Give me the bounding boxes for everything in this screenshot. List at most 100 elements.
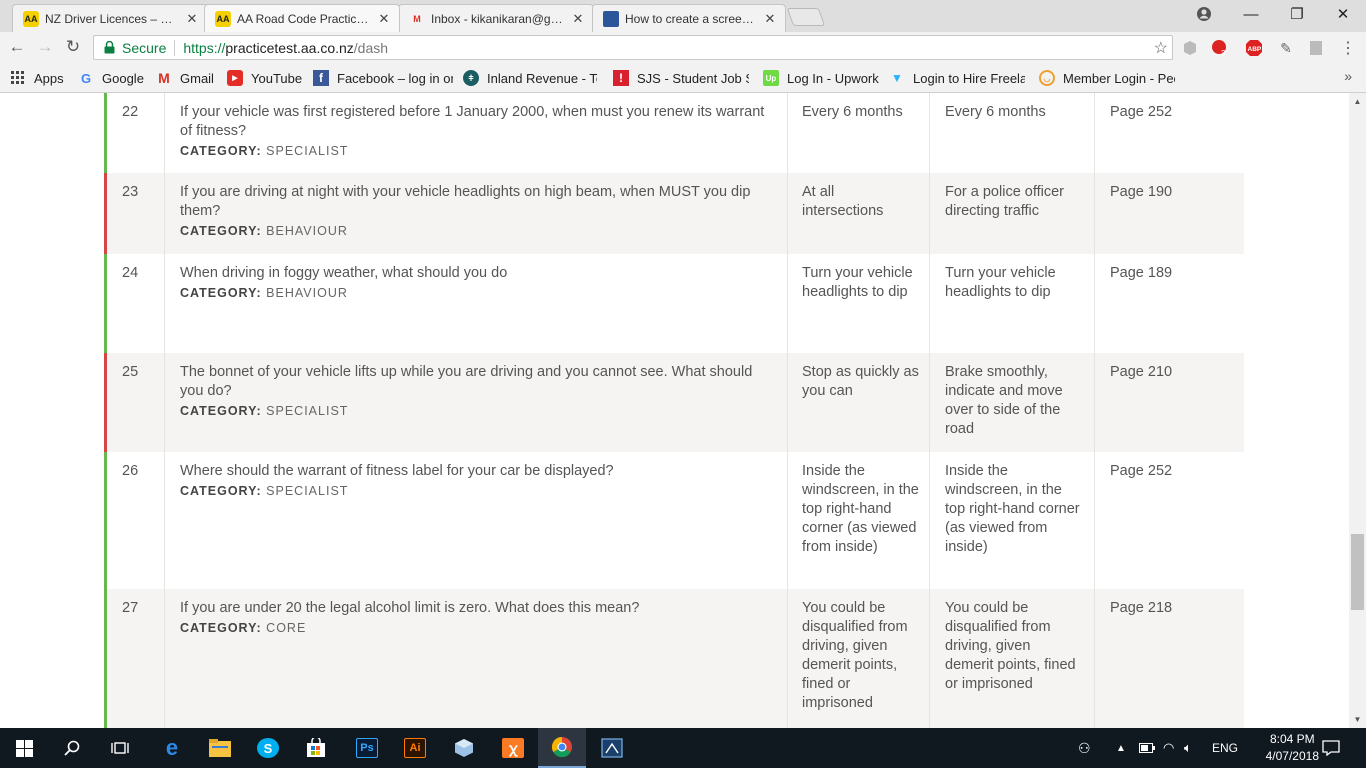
skype-icon[interactable]: S [244, 728, 292, 768]
scroll-down-arrow-icon[interactable]: ▼ [1349, 711, 1366, 728]
freelancer-icon: ▼ [891, 71, 903, 85]
reload-icon[interactable]: ↻ [62, 36, 84, 58]
abp-label: ABP [1248, 46, 1262, 53]
your-answer: You could be disqualified from driving, … [788, 589, 930, 728]
bookmark-youtube[interactable]: ▶ YouTube [227, 69, 302, 87]
bookmark-freelancer[interactable]: ▼ Login to Hire Freelar [889, 69, 1025, 87]
ai-label: Ai [404, 738, 426, 758]
window-close-icon[interactable]: ✕ [1320, 0, 1366, 28]
bookmark-upwork[interactable]: Up Log In - Upwork [763, 69, 879, 87]
category-value: BEHAVIOUR [266, 286, 348, 300]
url-path: /dash [353, 39, 389, 56]
category-value: SPECIALIST [266, 144, 349, 158]
secure-label: Secure [122, 39, 167, 56]
store-icon[interactable] [292, 728, 340, 768]
scroll-up-arrow-icon[interactable]: ▲ [1349, 93, 1366, 110]
shield-extension-icon[interactable] [1180, 38, 1200, 58]
pdf-icon[interactable] [1306, 38, 1326, 58]
category-label: CATEGORY: [180, 484, 262, 498]
battery-icon[interactable] [1139, 728, 1155, 768]
bookmark-member-login[interactable]: ◡ Member Login - Pec [1039, 69, 1175, 87]
menu-kebab-icon[interactable]: ⋮ [1338, 38, 1358, 58]
snipping-icon[interactable] [588, 728, 636, 768]
gmail-icon: M [158, 70, 170, 86]
edge-icon[interactable]: e [148, 728, 196, 768]
tab-screenshot-howto[interactable]: How to create a screensh ✕ [592, 4, 786, 32]
question-text: If your vehicle was first registered bef… [180, 104, 765, 139]
back-arrow-icon[interactable]: ← [6, 36, 28, 58]
question-category: CATEGORY: BEHAVIOUR [180, 222, 773, 241]
ird-icon: ǂ [463, 70, 479, 86]
restore-icon[interactable]: ❐ [1274, 0, 1320, 28]
bookmark-label: Inland Revenue - Te [487, 70, 597, 86]
minimize-icon[interactable]: — [1228, 0, 1274, 28]
question-cell: If you are driving at night with your ve… [165, 173, 788, 254]
task-view-icon[interactable] [96, 728, 144, 768]
virtualbox-icon[interactable] [440, 728, 488, 768]
address-bar[interactable]: Secure https://practicetest.aa.co.nz/das… [93, 35, 1173, 60]
clock-time: 8:04 PM [1269, 732, 1315, 746]
action-center-icon[interactable] [1322, 728, 1340, 768]
question-number: 23 [107, 173, 165, 254]
search-icon[interactable] [48, 728, 96, 768]
bookmark-gmail[interactable]: M Gmail [156, 69, 214, 87]
show-hidden-icons-chevron-icon[interactable]: ▲ [1116, 728, 1126, 768]
url-host: practicetest.aa.co.nz [225, 39, 354, 56]
start-icon[interactable] [0, 728, 48, 768]
extension-badge-icon[interactable]: 3 [1210, 38, 1230, 58]
forward-arrow-icon[interactable]: → [34, 36, 56, 58]
bookmark-facebook[interactable]: f Facebook – log in or [313, 69, 453, 87]
correct-answer: Every 6 months [930, 93, 1095, 173]
bookmark-label: Login to Hire Freelar [913, 70, 1025, 86]
xampp-icon[interactable]: ꭓ [489, 728, 537, 768]
close-icon[interactable]: ✕ [185, 11, 199, 27]
bookmark-apps[interactable]: Apps [10, 69, 64, 87]
chrome-icon[interactable] [538, 728, 586, 768]
member-icon: ◡ [1039, 70, 1055, 86]
ext-badge-count: 3 [1221, 49, 1226, 57]
page-scrollbar[interactable]: ▲ ▼ [1349, 93, 1366, 728]
people-icon[interactable]: ⚇ [1078, 728, 1091, 768]
apps-grid-icon [10, 70, 26, 86]
category-value: SPECIALIST [266, 484, 349, 498]
table-row: 22 If your vehicle was first registered … [104, 93, 1244, 173]
system-clock[interactable]: 8:04 PM 4/07/2018 [1266, 731, 1319, 765]
question-cell: If you are under 20 the legal alcohol li… [165, 589, 788, 728]
bookmark-star-icon[interactable]: ☆ [1154, 38, 1168, 58]
scrollbar-thumb[interactable] [1351, 534, 1364, 610]
bookmark-sjs[interactable]: ! SJS - Student Job Se [613, 69, 749, 87]
your-answer: Turn your vehicle headlights to dip [788, 254, 930, 353]
table-row: 25 The bonnet of your vehicle lifts up w… [104, 353, 1244, 452]
correct-answer: Inside the windscreen, in the top right-… [930, 452, 1095, 589]
question-category: CATEGORY: SPECIALIST [180, 482, 773, 501]
tab-nz-driver-licences[interactable]: AA NZ Driver Licences – How ✕ [12, 4, 208, 32]
illustrator-icon[interactable]: Ai [391, 728, 439, 768]
bookmarks-bar: Apps G Google M Gmail ▶ YouTube f Facebo… [0, 63, 1366, 93]
tab-title: NZ Driver Licences – How [45, 11, 181, 26]
question-text: When driving in foggy weather, what shou… [180, 265, 508, 281]
language-indicator[interactable]: ENG [1212, 728, 1238, 768]
close-icon[interactable]: ✕ [763, 11, 777, 27]
new-tab-button[interactable] [786, 8, 826, 26]
profile-icon[interactable] [1181, 0, 1227, 28]
tab-gmail-inbox[interactable]: M Inbox - kikanikaran@gma ✕ [398, 4, 594, 32]
close-icon[interactable]: ✕ [571, 11, 585, 27]
google-icon: G [80, 70, 92, 86]
category-label: CATEGORY: [180, 404, 262, 418]
volume-icon[interactable]: 🔈︎ [1184, 728, 1192, 768]
bookmark-label: SJS - Student Job Se [637, 70, 749, 86]
eyedropper-icon[interactable]: ✎ [1276, 38, 1296, 58]
tab-aa-road-code[interactable]: AA AA Road Code Practice Te ✕ [204, 4, 400, 32]
bookmarks-overflow-button[interactable]: » [1344, 68, 1352, 84]
file-explorer-icon[interactable] [196, 728, 244, 768]
photoshop-icon[interactable]: Ps [343, 728, 391, 768]
bookmark-inland-revenue[interactable]: ǂ Inland Revenue - Te [463, 69, 597, 87]
bookmark-google[interactable]: G Google [78, 69, 144, 87]
table-row: 23 If you are driving at night with your… [104, 173, 1244, 254]
close-icon[interactable]: ✕ [377, 11, 391, 27]
wifi-icon[interactable]: ◠ [1163, 728, 1174, 768]
bookmark-label: Gmail [180, 70, 214, 86]
road-code-page: Page 252 [1110, 463, 1173, 479]
upwork-icon: Up [763, 70, 779, 86]
adblock-plus-icon[interactable]: ABP [1244, 38, 1264, 58]
